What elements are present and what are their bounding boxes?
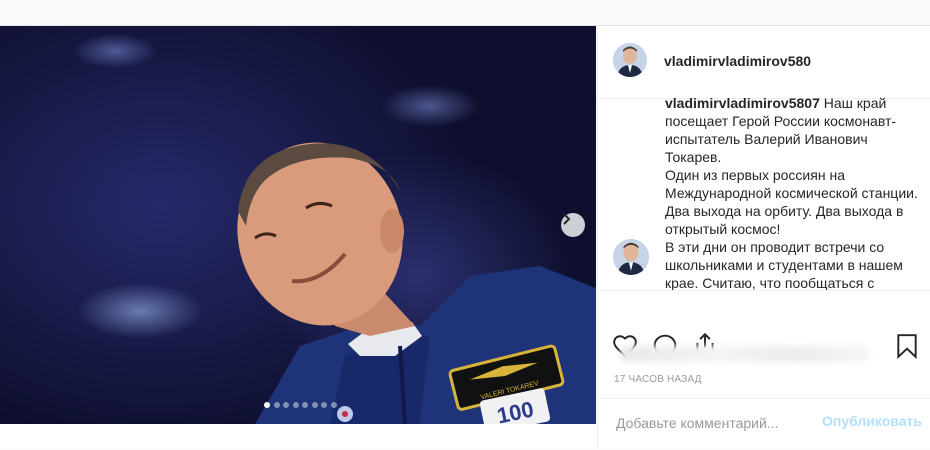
carousel-dot (311, 402, 318, 408)
post-header: vladimirvladimirov580 (598, 26, 930, 99)
carousel-dot (321, 402, 327, 408)
caption-line-2: Один из первых россиян на Международной … (665, 167, 918, 237)
author-avatar[interactable] (613, 43, 647, 77)
comment-input[interactable] (614, 411, 808, 435)
next-photo-button[interactable] (561, 213, 585, 237)
post-side-panel: vladimirvladimirov580 vladimirvladimirov… (597, 26, 930, 449)
post-timestamp[interactable]: 17 часов назад (614, 374, 702, 385)
carousel-indicator (264, 402, 337, 408)
post-card: VALERI TOKAREV 100 vladimirvladimirov580… (0, 25, 930, 449)
post-photo[interactable]: VALERI TOKAREV 100 (0, 26, 596, 424)
carousel-dot (292, 402, 299, 408)
post-actions: 17 часов назад (598, 290, 930, 399)
carousel-dot (264, 402, 270, 408)
chevron-right-icon (563, 213, 571, 225)
publish-comment-button[interactable]: Опубликовать (822, 413, 922, 429)
caption-avatar[interactable] (613, 239, 649, 275)
likes-count-blurred (620, 346, 870, 362)
add-comment-bar: Опубликовать (598, 398, 930, 450)
carousel-dot (302, 402, 308, 408)
post-caption: vladimirvladimirov5807 Наш край посещает… (665, 94, 923, 290)
bookmark-icon (897, 334, 917, 360)
carousel-dot (273, 402, 280, 408)
caption-line-3: В эти дни он проводит встречи со школьни… (665, 239, 903, 290)
carousel-dot (330, 402, 337, 408)
caption-username[interactable]: vladimirvladimirov5807 (665, 95, 820, 111)
author-username[interactable]: vladimirvladimirov580 (664, 53, 811, 69)
astronaut-photo-illustration: VALERI TOKAREV 100 (237, 142, 596, 424)
save-button[interactable] (894, 333, 920, 360)
carousel-dot (283, 402, 289, 408)
